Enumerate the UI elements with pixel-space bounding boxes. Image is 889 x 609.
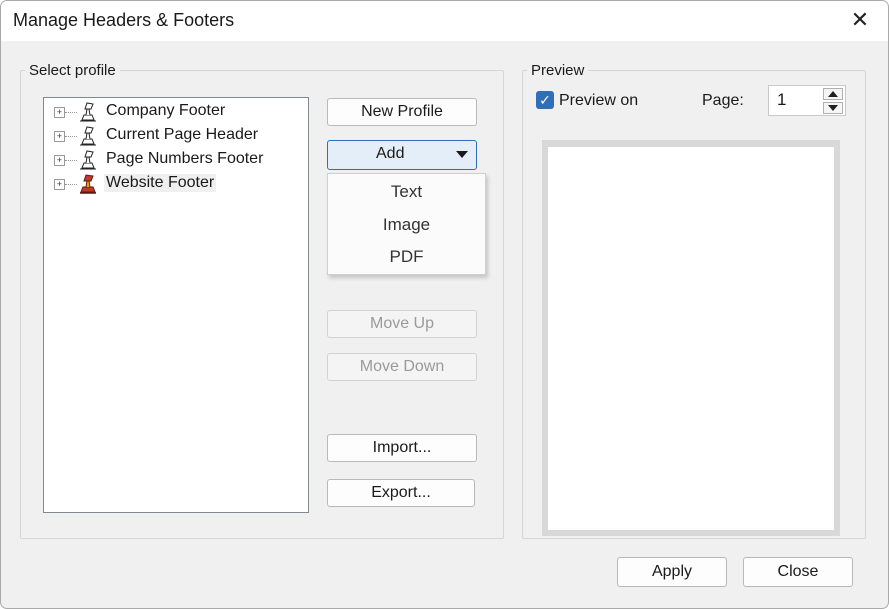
- select-profile-label: Select profile: [25, 62, 120, 79]
- tree-item-website-footer[interactable]: + Website Footer: [44, 173, 304, 195]
- preview-group-label: Preview: [527, 62, 589, 79]
- expand-icon[interactable]: +: [54, 179, 65, 190]
- dialog-window: Manage Headers & Footers ✕ Select profil…: [0, 0, 889, 609]
- preview-on-label: Preview on: [559, 92, 639, 109]
- preview-page: [548, 147, 834, 530]
- menu-item-pdf[interactable]: PDF: [328, 241, 485, 273]
- preview-on-checkbox[interactable]: ✓: [536, 91, 554, 109]
- stamp-icon: [80, 150, 96, 170]
- move-up-button[interactable]: Move Up: [327, 310, 477, 338]
- stamp-icon: [80, 126, 96, 146]
- window-title: Manage Headers & Footers: [13, 10, 235, 30]
- add-dropdown-menu: Text Image PDF: [327, 173, 486, 275]
- page-label: Page:: [702, 92, 744, 109]
- tree-item-page-numbers-footer[interactable]: + Page Numbers Footer: [44, 149, 304, 171]
- tree-item-label: Company Footer: [106, 102, 226, 119]
- tree-item-label: Page Numbers Footer: [106, 150, 264, 167]
- tree-connector: [65, 184, 77, 185]
- dropdown-arrow-icon[interactable]: [456, 151, 468, 158]
- tree-item-label: Website Footer: [104, 174, 217, 192]
- spin-up-button[interactable]: [823, 88, 843, 100]
- stamp-red-icon: [80, 174, 96, 194]
- arrow-up-icon: [828, 91, 838, 97]
- tree-item-current-page-header[interactable]: + Current Page Header: [44, 125, 304, 147]
- page-input[interactable]: 1: [777, 90, 786, 110]
- profile-tree[interactable]: + Company Footer + Current Page Header +: [43, 97, 309, 513]
- arrow-down-icon: [828, 105, 838, 111]
- tree-connector: [65, 112, 77, 113]
- apply-button[interactable]: Apply: [617, 557, 727, 587]
- title-bar: Manage Headers & Footers ✕: [1, 1, 888, 41]
- add-button-label: Add: [376, 145, 405, 162]
- close-button[interactable]: Close: [743, 557, 853, 587]
- menu-item-text[interactable]: Text: [328, 176, 485, 208]
- menu-item-image[interactable]: Image: [328, 209, 485, 241]
- preview-frame: [542, 140, 840, 536]
- move-down-button[interactable]: Move Down: [327, 353, 477, 381]
- expand-icon[interactable]: +: [54, 131, 65, 142]
- tree-connector: [65, 136, 77, 137]
- spin-down-button[interactable]: [823, 102, 843, 114]
- add-button[interactable]: Add: [327, 140, 477, 170]
- stamp-icon: [80, 102, 96, 122]
- new-profile-button[interactable]: New Profile: [327, 98, 477, 126]
- import-button[interactable]: Import...: [327, 434, 477, 462]
- export-button[interactable]: Export...: [327, 479, 475, 507]
- tree-item-label: Current Page Header: [106, 126, 259, 143]
- expand-icon[interactable]: +: [54, 155, 65, 166]
- expand-icon[interactable]: +: [54, 107, 65, 118]
- close-icon[interactable]: ✕: [838, 2, 882, 38]
- tree-connector: [65, 160, 77, 161]
- page-stepper[interactable]: 1: [768, 85, 846, 116]
- tree-item-company-footer[interactable]: + Company Footer: [44, 101, 304, 123]
